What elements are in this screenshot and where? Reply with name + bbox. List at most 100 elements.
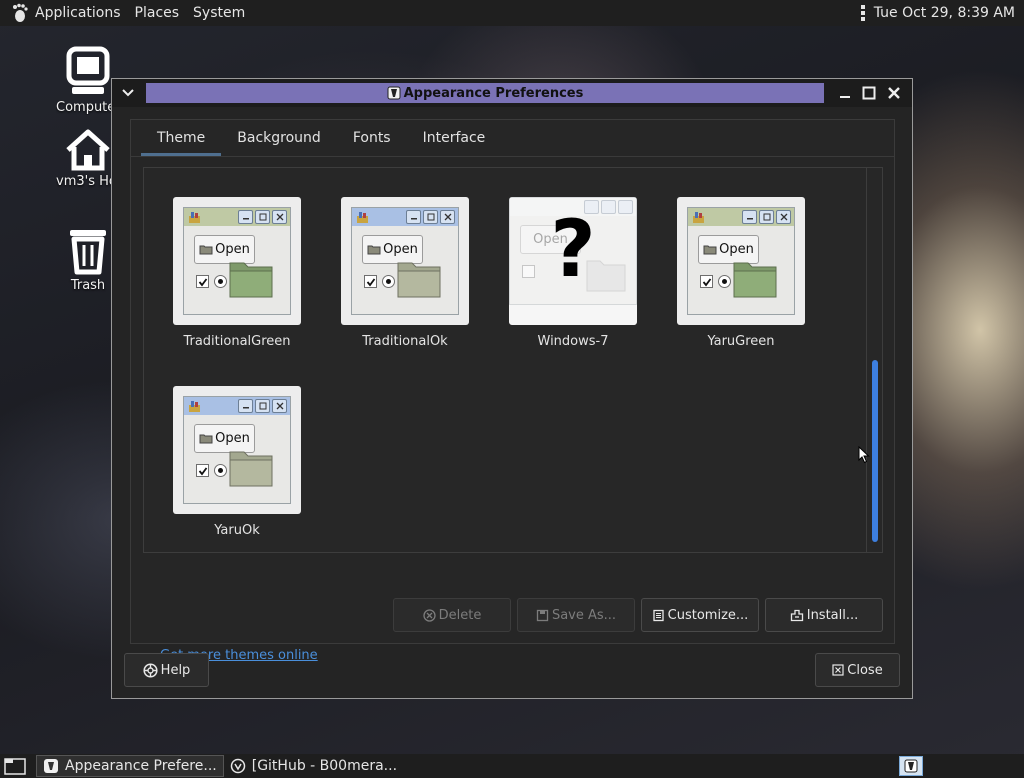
close-icon [440,210,455,224]
save-as-button[interactable]: Save As... [517,598,635,632]
save-icon [536,609,549,621]
tab-label: Theme [157,130,206,146]
theme-preview: Open [173,386,301,514]
taskbar-item-label: Appearance Prefere... [65,758,217,774]
gnome-foot-icon [13,3,28,22]
folder-icon [397,262,441,298]
help-button[interactable]: Help [124,653,209,687]
show-desktop-button[interactable] [0,754,36,778]
tabs-panel: Theme Background Fonts Interface Open Tr… [130,119,895,663]
places-label: Places [134,5,180,21]
minimize-icon [742,210,757,224]
minimize-icon [238,210,253,224]
preview-radio [214,464,227,477]
theme-item-windows-7[interactable]: Open ? Windows-7 [509,197,637,349]
minimize-icon [238,399,253,413]
close-icon [272,210,287,224]
preview-checkbox [700,275,713,288]
preview-open-label: Open [215,431,250,446]
scrollbar[interactable] [866,168,882,552]
theme-name: TraditionalGreen [183,334,291,349]
install-button[interactable]: Install... [765,598,883,632]
tray-appearance-icon[interactable] [899,756,923,776]
tools-icon [357,212,368,223]
preview-radio [214,275,227,288]
preview-window: Open [183,396,291,504]
tab-fonts[interactable]: Fonts [337,120,407,156]
close-label: Close [847,662,883,678]
close-button[interactable]: Close [815,653,900,687]
appearance-preferences-window: Appearance Preferences Theme Background … [111,78,913,699]
maximize-button[interactable] [858,83,880,103]
preview-titlebar [352,208,458,226]
preview-titlebar [184,397,290,415]
taskbar-item-label: [GitHub - B00mera... [251,758,398,774]
applications-menu[interactable]: Applications [0,0,128,26]
top-panel: Applications Places System Tue Oct 29, 8… [0,0,1024,26]
preview-radio [382,275,395,288]
preview-checkbox [196,464,209,477]
taskbar-item-appearance[interactable]: Appearance Prefere... [36,755,224,777]
theme-item-traditionalgreen[interactable]: Open TraditionalGreen [173,197,301,349]
minimize-button[interactable] [834,83,856,103]
trash-icon [70,230,106,275]
check-icon [366,277,375,286]
install-label: Install... [806,607,859,623]
preview-open-label: Open [383,242,418,257]
tab-background[interactable]: Background [221,120,337,156]
preview-checkbox [196,275,209,288]
tab-bar: Theme Background Fonts Interface [131,120,894,156]
folder-icon [199,434,213,444]
theme-preview: Open [677,197,805,325]
titlebar[interactable]: Appearance Preferences [112,79,912,107]
more-vertical-icon[interactable] [860,5,865,21]
close-window-button[interactable] [883,83,905,103]
preview-open-label: Open [719,242,754,257]
check-icon [702,277,711,286]
theme-preview: Open [341,197,469,325]
appearance-app-icon [44,759,58,773]
preview-titlebar [184,208,290,226]
appearance-app-icon [387,86,401,100]
delete-button[interactable]: Delete [393,598,511,632]
delete-icon [422,608,436,622]
window-title-bar[interactable]: Appearance Preferences [146,83,824,103]
theme-preview: Open ? [509,197,637,325]
appearance-app-icon [904,759,918,773]
window-menu-button[interactable] [112,79,144,107]
folder-icon [703,245,717,255]
window-title: Appearance Preferences [403,85,584,101]
install-icon [790,609,803,621]
help-icon [143,662,158,678]
preview-window: Open [183,207,291,315]
close-icon [888,87,900,99]
taskbar-item-github[interactable]: [GitHub - B00mera... [224,754,403,778]
places-menu[interactable]: Places [128,0,187,26]
scrollbar-thumb[interactable] [872,360,878,542]
help-label: Help [160,662,191,678]
customize-button[interactable]: Customize... [641,598,759,632]
folder-icon [199,245,213,255]
tab-theme[interactable]: Theme [141,120,222,156]
maximize-icon [423,210,438,224]
minimize-icon [406,210,421,224]
theme-item-yaruok[interactable]: Open YaruOk [173,386,301,538]
applications-label: Applications [35,5,121,21]
check-icon [198,277,207,286]
minimize-icon [840,96,850,98]
clock[interactable]: Tue Oct 29, 8:39 AM [860,5,1024,21]
theme-item-traditionalok[interactable]: Open TraditionalOk [341,197,469,349]
theme-list[interactable]: Open TraditionalGreen Open TraditionalOk… [143,167,883,553]
preview-radio [718,275,731,288]
theme-item-yarugreen[interactable]: Open YaruGreen [677,197,805,349]
theme-name: YaruOk [214,523,260,538]
system-label: System [193,5,246,21]
preview-window-buttons [406,210,455,224]
maximize-icon [255,399,270,413]
preview-open-label: Open [215,242,250,257]
computer-icon [66,46,110,94]
system-menu[interactable]: System [186,0,252,26]
save-as-label: Save As... [551,607,617,623]
mouse-cursor-icon [858,446,870,464]
tab-interface[interactable]: Interface [407,120,502,156]
